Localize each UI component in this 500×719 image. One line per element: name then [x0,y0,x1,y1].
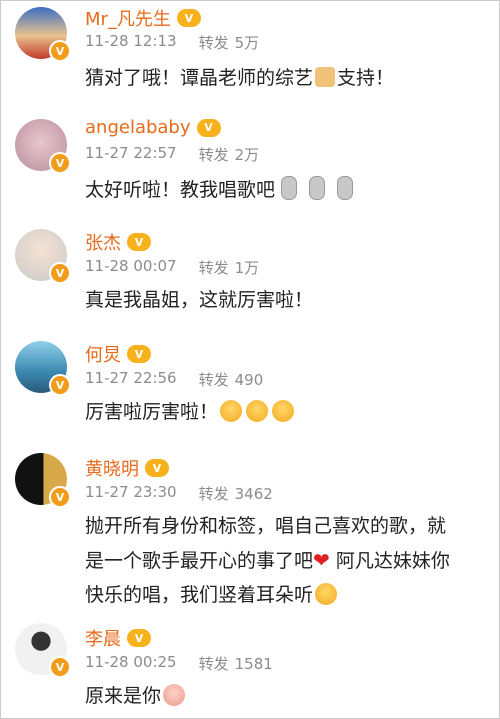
repost-label: 转发 [198,485,229,503]
verified-badge-icon: V [49,486,71,508]
comment-meta: 11-27 23:30 转发 3462 [85,483,273,504]
comment-text: 抛开所有身份和标签，唱自己喜欢的歌，就 是一个歌手最开心的事了吧❤ 阿凡达妹妹你… [85,509,485,612]
microphone-icon [309,176,326,200]
vip-crown-icon: V [176,9,201,27]
user-name[interactable]: 何炅 [85,341,121,367]
comment-time: 11-27 23:30 [85,483,177,501]
comments-panel: V Mr_凡先生 V 11-28 12:13 转发 5万 猜对了哦！谭晶老师的综艺… [0,0,500,719]
comment-text-part: 是一个歌手最开心的事了吧 [85,550,314,572]
repost-label: 转发 [198,34,229,52]
comment-time: 11-28 12:13 [85,32,177,50]
comment-text-part: 真是我晶姐，这就厉害啦！ [85,289,314,311]
comment-item: V Mr_凡先生 V 11-28 12:13 转发 5万 猜对了哦！谭晶老师的综艺… [1,1,500,113]
comment-time: 11-28 00:25 [85,653,177,671]
avatar[interactable]: V [15,341,71,396]
comment-text-part: 猜对了哦！谭晶老师的综艺 [85,67,314,89]
comment-meta: 11-28 00:25 转发 1581 [85,653,273,674]
smiley-face-icon [246,400,269,422]
comment-text-line: 快乐的唱，我们竖着耳朵听 [85,578,485,612]
comment-item: V 何炅 V 11-27 22:56 转发 490 厉害啦厉害啦！ [1,333,500,445]
repost-info[interactable]: 转发 1万 [199,257,260,278]
comment-meta: 11-28 00:07 转发 1万 [85,257,259,278]
comment-item: V 张杰 V 11-28 00:07 转发 1万 真是我晶姐，这就厉害啦！ [1,221,500,333]
user-name[interactable]: 李晨 [85,625,121,651]
comment-text: 厉害啦厉害啦！ [85,395,485,429]
comment-item: V angelababy V 11-27 22:57 转发 2万 太好听啦！教我唱… [1,113,500,221]
comment-text: 真是我晶姐，这就厉害啦！ [85,283,485,317]
comment-text-part: 厉害啦厉害啦！ [85,401,219,423]
comment-text: 太好听啦！教我唱歌吧 [85,173,485,207]
repost-count: 490 [234,371,264,389]
repost-count: 5万 [234,34,260,52]
comment-time: 11-28 00:07 [85,257,177,275]
verified-badge-icon: V [49,40,71,62]
comment-text-line: 抛开所有身份和标签，唱自己喜欢的歌，就 [85,515,447,537]
avatar[interactable]: V [15,623,71,678]
repost-label: 转发 [198,371,229,389]
comment-time: 11-27 22:56 [85,369,177,387]
verified-badge-icon: V [49,656,71,678]
comment-text-part: 阿凡达妹妹你 [335,550,450,572]
comment-item: V 李晨 V 11-28 00:25 转发 1581 原来是你 [1,615,500,718]
smiley-face-icon [315,583,338,605]
vip-crown-icon: V [127,629,151,647]
smiley-face-icon [220,400,243,422]
verified-badge-icon: V [49,152,71,174]
microphone-icon [281,176,298,200]
comment-meta: 11-27 22:57 转发 2万 [85,144,259,165]
user-name[interactable]: 黄晓明 [85,455,139,481]
user-name[interactable]: 张杰 [85,229,121,255]
comment-meta: 11-28 12:13 转发 5万 [85,32,259,53]
comment-text-part: 支持！ [337,67,395,89]
heart-icon: ❤ [313,548,330,572]
blushing-face-icon [163,684,186,706]
repost-info[interactable]: 转发 2万 [199,144,260,165]
vip-crown-icon: V [145,459,169,477]
avatar[interactable]: V [15,453,71,508]
avatar[interactable]: V [15,119,71,174]
comment-meta: 11-27 22:56 转发 490 [85,369,263,390]
smiley-face-icon [272,400,295,422]
comment-text-line: 是一个歌手最开心的事了吧❤ 阿凡达妹妹你 [85,543,485,578]
comment-time: 11-27 22:57 [85,144,177,162]
vip-crown-icon: V [196,118,221,137]
repost-info[interactable]: 转发 3462 [199,483,273,504]
microphone-icon [337,176,354,200]
repost-label: 转发 [198,146,229,164]
comment-text-part: 太好听啦！教我唱歌吧 [85,179,276,201]
vip-crown-icon: V [127,233,151,251]
repost-label: 转发 [198,259,229,277]
comment-text-part: 原来是你 [85,685,162,707]
repost-count: 1581 [234,655,273,673]
comment-text: 原来是你 [85,679,485,713]
avatar[interactable]: V [15,7,71,62]
verified-badge-icon: V [49,374,71,396]
repost-count: 2万 [234,146,260,164]
repost-count: 3462 [234,485,273,503]
comment-item: V 黄晓明 V 11-27 23:30 转发 3462 抛开所有身份和标签，唱自己… [1,445,500,615]
avatar[interactable]: V [15,229,71,284]
repost-info[interactable]: 转发 1581 [199,653,273,674]
repost-count: 1万 [234,259,260,277]
vip-crown-icon: V [127,345,151,363]
verified-badge-icon: V [49,262,71,284]
comment-text-part: 快乐的唱，我们竖着耳朵听 [85,584,314,606]
user-name[interactable]: Mr_凡先生 [85,5,171,31]
user-name[interactable]: angelababy [85,117,191,138]
thumbs-up-icon [315,67,336,87]
comment-text: 猜对了哦！谭晶老师的综艺 支持！ [85,61,485,95]
repost-info[interactable]: 转发 490 [199,369,264,390]
repost-info[interactable]: 转发 5万 [199,32,260,53]
repost-label: 转发 [198,655,229,673]
